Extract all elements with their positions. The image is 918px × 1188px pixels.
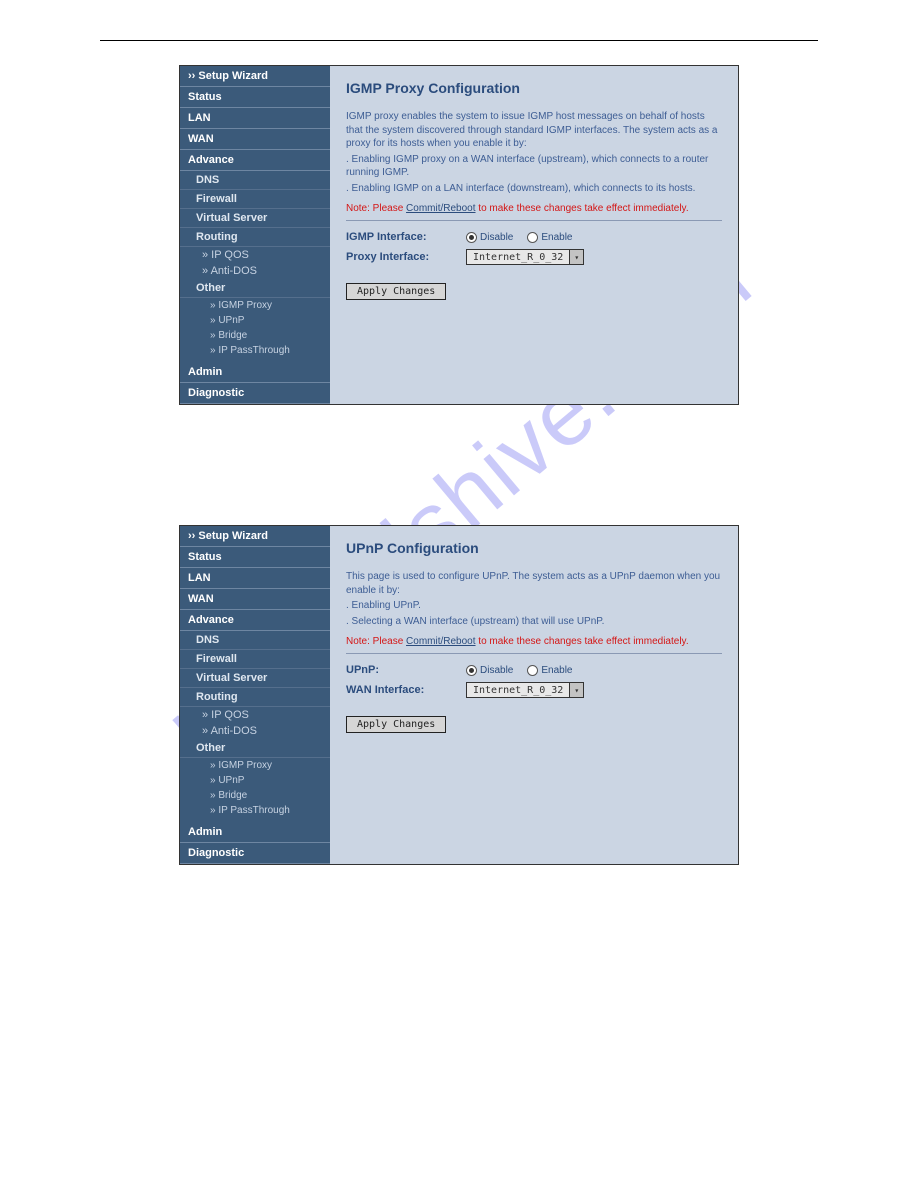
chevron-down-icon: ▾ xyxy=(569,683,583,697)
sidebar-diagnostic[interactable]: Diagnostic xyxy=(180,843,330,864)
screenshot-igmp: ›› Setup Wizard Status LAN WAN Advance D… xyxy=(179,65,739,405)
sidebar: ›› Setup Wizard Status LAN WAN Advance D… xyxy=(180,66,330,404)
sidebar-firewall[interactable]: Firewall xyxy=(180,650,330,669)
sidebar-other[interactable]: Other xyxy=(180,739,330,758)
sidebar-upnp[interactable]: » UPnP xyxy=(180,313,330,328)
radio-disable-label: Disable xyxy=(480,232,513,243)
sidebar-advance[interactable]: Advance xyxy=(180,150,330,171)
radio-dot-icon xyxy=(466,665,477,676)
page-title: UPnP Configuration xyxy=(346,540,722,556)
sidebar-ipqos[interactable]: » IP QOS xyxy=(180,247,330,263)
commit-reboot-link[interactable]: Commit/Reboot xyxy=(406,203,475,214)
sidebar-setup-wizard[interactable]: ›› Setup Wizard xyxy=(180,66,330,87)
sidebar-status[interactable]: Status xyxy=(180,87,330,108)
sidebar-setup-wizard[interactable]: ›› Setup Wizard xyxy=(180,526,330,547)
igmp-interface-label: IGMP Interface: xyxy=(346,231,466,243)
sidebar-dns[interactable]: DNS xyxy=(180,631,330,650)
sidebar-admin[interactable]: Admin xyxy=(180,362,330,383)
sidebar-status[interactable]: Status xyxy=(180,547,330,568)
radio-dot-icon xyxy=(527,232,538,243)
sidebar-admin[interactable]: Admin xyxy=(180,822,330,843)
sidebar-lan[interactable]: LAN xyxy=(180,108,330,129)
sidebar-ip-passthrough[interactable]: » IP PassThrough xyxy=(180,803,330,818)
note-suffix: to make these changes take effect immedi… xyxy=(476,203,689,214)
sidebar-lan[interactable]: LAN xyxy=(180,568,330,589)
radio-disable[interactable]: Disable xyxy=(466,665,513,676)
intro-text-2: . Enabling IGMP proxy on a WAN interface… xyxy=(346,153,722,180)
sidebar-wan[interactable]: WAN xyxy=(180,589,330,610)
upnp-radios: Disable Enable xyxy=(466,665,573,676)
screenshot-upnp: ›› Setup Wizard Status LAN WAN Advance D… xyxy=(179,525,739,865)
intro-text-1: This page is used to configure UPnP. The… xyxy=(346,570,722,597)
note-line: Note: Please Commit/Reboot to make these… xyxy=(346,203,722,214)
separator xyxy=(346,220,722,221)
select-value: Internet_R_0_32 xyxy=(467,684,569,697)
radio-disable[interactable]: Disable xyxy=(466,232,513,243)
sidebar-other[interactable]: Other xyxy=(180,279,330,298)
igmp-interface-radios: Disable Enable xyxy=(466,232,573,243)
igmp-interface-row: IGMP Interface: Disable Enable xyxy=(346,231,722,243)
note-prefix: Note: Please xyxy=(346,636,406,647)
sidebar-ipqos[interactable]: » IP QOS xyxy=(180,707,330,723)
sidebar-antidos[interactable]: » Anti-DOS xyxy=(180,723,330,739)
sidebar-dns[interactable]: DNS xyxy=(180,171,330,190)
sidebar-diagnostic[interactable]: Diagnostic xyxy=(180,383,330,404)
note-line: Note: Please Commit/Reboot to make these… xyxy=(346,636,722,647)
wan-interface-select[interactable]: Internet_R_0_32 ▾ xyxy=(466,682,584,698)
intro-text-2: . Enabling UPnP. xyxy=(346,599,722,613)
sidebar-virtual-server[interactable]: Virtual Server xyxy=(180,669,330,688)
page-top-rule xyxy=(100,40,818,41)
note-suffix: to make these changes take effect immedi… xyxy=(476,636,689,647)
content-upnp: UPnP Configuration This page is used to … xyxy=(330,526,738,864)
sidebar: ›› Setup Wizard Status LAN WAN Advance D… xyxy=(180,526,330,864)
select-value: Internet_R_0_32 xyxy=(467,251,569,264)
sidebar-upnp[interactable]: » UPnP xyxy=(180,773,330,788)
wan-interface-label: WAN Interface: xyxy=(346,684,466,696)
sidebar-advance[interactable]: Advance xyxy=(180,610,330,631)
sidebar-bridge[interactable]: » Bridge xyxy=(180,788,330,803)
apply-changes-button[interactable]: Apply Changes xyxy=(346,716,446,733)
note-prefix: Note: Please xyxy=(346,203,406,214)
radio-disable-label: Disable xyxy=(480,665,513,676)
radio-enable[interactable]: Enable xyxy=(527,232,572,243)
page-title: IGMP Proxy Configuration xyxy=(346,80,722,96)
commit-reboot-link[interactable]: Commit/Reboot xyxy=(406,636,475,647)
wan-interface-row: WAN Interface: Internet_R_0_32 ▾ xyxy=(346,682,722,698)
radio-enable-label: Enable xyxy=(541,232,572,243)
intro-text-3: . Selecting a WAN interface (upstream) t… xyxy=(346,615,722,629)
content-igmp: IGMP Proxy Configuration IGMP proxy enab… xyxy=(330,66,738,404)
sidebar-ip-passthrough[interactable]: » IP PassThrough xyxy=(180,343,330,358)
radio-enable-label: Enable xyxy=(541,665,572,676)
sidebar-firewall[interactable]: Firewall xyxy=(180,190,330,209)
sidebar-igmp-proxy[interactable]: » IGMP Proxy xyxy=(180,298,330,313)
sidebar-wan[interactable]: WAN xyxy=(180,129,330,150)
sidebar-routing[interactable]: Routing xyxy=(180,688,330,707)
sidebar-virtual-server[interactable]: Virtual Server xyxy=(180,209,330,228)
proxy-interface-select[interactable]: Internet_R_0_32 ▾ xyxy=(466,249,584,265)
chevron-down-icon: ▾ xyxy=(569,250,583,264)
separator xyxy=(346,653,722,654)
proxy-interface-row: Proxy Interface: Internet_R_0_32 ▾ xyxy=(346,249,722,265)
apply-changes-button[interactable]: Apply Changes xyxy=(346,283,446,300)
intro-text-1: IGMP proxy enables the system to issue I… xyxy=(346,110,722,151)
upnp-row: UPnP: Disable Enable xyxy=(346,664,722,676)
radio-dot-icon xyxy=(527,665,538,676)
sidebar-routing[interactable]: Routing xyxy=(180,228,330,247)
proxy-interface-label: Proxy Interface: xyxy=(346,251,466,263)
radio-dot-icon xyxy=(466,232,477,243)
radio-enable[interactable]: Enable xyxy=(527,665,572,676)
sidebar-antidos[interactable]: » Anti-DOS xyxy=(180,263,330,279)
sidebar-bridge[interactable]: » Bridge xyxy=(180,328,330,343)
upnp-label: UPnP: xyxy=(346,664,466,676)
intro-text-3: . Enabling IGMP on a LAN interface (down… xyxy=(346,182,722,196)
sidebar-igmp-proxy[interactable]: » IGMP Proxy xyxy=(180,758,330,773)
